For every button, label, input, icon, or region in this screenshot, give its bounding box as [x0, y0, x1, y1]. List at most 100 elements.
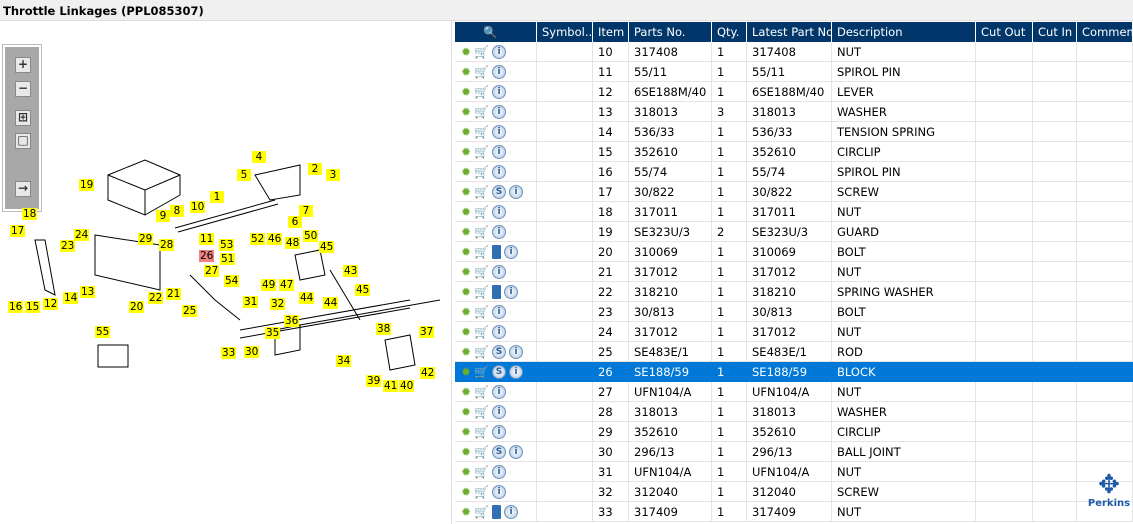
callout[interactable]: 1 [210, 191, 224, 203]
gear-icon[interactable]: ✹ [461, 506, 471, 518]
supersession-icon[interactable]: S [492, 364, 507, 379]
callout[interactable]: 11 [199, 233, 215, 245]
callout[interactable]: 41 [383, 380, 399, 392]
callout[interactable]: 30 [244, 346, 260, 358]
cart-icon[interactable]: 🛒 [474, 505, 489, 519]
callout[interactable]: 39 [366, 375, 382, 387]
info-icon[interactable]: i [492, 64, 507, 79]
diagram-panel[interactable]: + − ⊞ □ → 19 1 4 2 3 5 6 7 8 9 10 11 18 … [0, 21, 452, 524]
cart-icon[interactable]: 🛒 [474, 245, 489, 259]
callout[interactable]: 13 [80, 286, 96, 298]
callout[interactable]: 4 [252, 151, 266, 163]
cart-icon[interactable]: 🛒 [474, 145, 489, 159]
info-icon[interactable]: i [492, 324, 507, 339]
table-row[interactable]: ✹ 🛒 i 21 317012 1 317012 NUT [455, 262, 1133, 282]
callout[interactable]: 2 [308, 163, 322, 175]
callout[interactable]: 12 [43, 298, 59, 310]
callout[interactable]: 42 [420, 367, 436, 379]
table-row[interactable]: ✹ 🛒 S i 25 SE483E/1 1 SE483E/1 ROD [455, 342, 1133, 362]
gear-icon[interactable]: ✹ [461, 126, 471, 138]
info-icon[interactable]: i [509, 184, 524, 199]
table-row[interactable]: ✹ 🛒 i 32 312040 1 312040 SCREW [455, 482, 1133, 502]
callout[interactable]: 10 [190, 201, 206, 213]
callout[interactable]: 45 [355, 284, 371, 296]
info-icon[interactable]: i [504, 244, 519, 259]
gear-icon[interactable]: ✹ [461, 346, 471, 358]
cart-icon[interactable]: 🛒 [474, 85, 489, 99]
callout[interactable]: 6 [288, 216, 302, 228]
callout[interactable]: 29 [138, 233, 154, 245]
callout[interactable]: 18 [22, 208, 38, 220]
callout[interactable]: 49 [261, 279, 277, 291]
gear-icon[interactable]: ✹ [461, 426, 471, 438]
book-icon[interactable] [492, 284, 502, 299]
callout[interactable]: 34 [336, 355, 352, 367]
supersession-icon[interactable]: S [492, 344, 507, 359]
gear-icon[interactable]: ✹ [461, 46, 471, 58]
column-header[interactable]: Latest Part No. [747, 22, 832, 42]
callout[interactable]: 7 [299, 205, 313, 217]
table-row[interactable]: ✹ 🛒 i 29 352610 1 352610 CIRCLIP [455, 422, 1133, 442]
cart-icon[interactable]: 🛒 [474, 485, 489, 499]
callout[interactable]: 37 [419, 326, 435, 338]
cart-icon[interactable]: 🛒 [474, 185, 489, 199]
cart-icon[interactable]: 🛒 [474, 65, 489, 79]
info-icon[interactable]: i [504, 504, 519, 519]
cart-icon[interactable]: 🛒 [474, 325, 489, 339]
table-row[interactable]: ✹ 🛒 i 33 317409 1 317409 NUT [455, 502, 1133, 522]
callout[interactable]: 55 [95, 326, 111, 338]
callout[interactable]: 33 [221, 347, 237, 359]
callout[interactable]: 47 [279, 279, 295, 291]
table-row[interactable]: ✹ 🛒 i 19 SE323U/3 2 SE323U/3 GUARD [455, 222, 1133, 242]
gear-icon[interactable]: ✹ [461, 306, 471, 318]
callout[interactable]: 28 [159, 239, 175, 251]
cart-icon[interactable]: 🛒 [474, 285, 489, 299]
info-icon[interactable]: i [492, 484, 507, 499]
callout-highlighted[interactable]: 26 [199, 250, 215, 262]
column-header[interactable]: Symbol... [537, 22, 593, 42]
info-icon[interactable]: i [492, 404, 507, 419]
cart-icon[interactable]: 🛒 [474, 105, 489, 119]
table-row[interactable]: ✹ 🛒 i 28 318013 1 318013 WASHER [455, 402, 1133, 422]
callout[interactable]: 31 [243, 296, 259, 308]
callout[interactable]: 9 [156, 210, 170, 222]
callout[interactable]: 23 [60, 240, 76, 252]
callout[interactable]: 35 [265, 327, 281, 339]
table-row[interactable]: ✹ 🛒 i 14 536/33 1 536/33 TENSION SPRING [455, 122, 1133, 142]
table-row[interactable]: ✹ 🛒 i 31 UFN104/A 1 UFN104/A NUT [455, 462, 1133, 482]
callout[interactable]: 22 [148, 292, 164, 304]
callout[interactable]: 43 [343, 265, 359, 277]
gear-icon[interactable]: ✹ [461, 226, 471, 238]
callout[interactable]: 48 [285, 237, 301, 249]
gear-icon[interactable]: ✹ [461, 166, 471, 178]
gear-icon[interactable]: ✹ [461, 326, 471, 338]
column-header[interactable]: Item [593, 22, 629, 42]
cart-icon[interactable]: 🛒 [474, 125, 489, 139]
info-icon[interactable]: i [509, 364, 524, 379]
table-row[interactable]: ✹ 🛒 i 23 30/813 1 30/813 BOLT [455, 302, 1133, 322]
column-header[interactable]: Description [832, 22, 976, 42]
gear-icon[interactable]: ✹ [461, 146, 471, 158]
column-search[interactable]: 🔍 [455, 22, 537, 42]
info-icon[interactable]: i [492, 384, 507, 399]
callout[interactable]: 54 [224, 275, 240, 287]
callout[interactable]: 3 [326, 169, 340, 181]
info-icon[interactable]: i [492, 264, 507, 279]
callout[interactable]: 46 [267, 233, 283, 245]
table-row[interactable]: ✹ 🛒 i 27 UFN104/A 1 UFN104/A NUT [455, 382, 1133, 402]
info-icon[interactable]: i [492, 224, 507, 239]
callout[interactable]: 8 [170, 205, 184, 217]
table-row[interactable]: ✹ 🛒 i 10 317408 1 317408 NUT [455, 42, 1133, 62]
gear-icon[interactable]: ✹ [461, 206, 471, 218]
gear-icon[interactable]: ✹ [461, 466, 471, 478]
gear-icon[interactable]: ✹ [461, 266, 471, 278]
info-icon[interactable]: i [492, 464, 507, 479]
table-row[interactable]: ✹ 🛒 i 11 55/11 1 55/11 SPIROL PIN [455, 62, 1133, 82]
table-row[interactable]: ✹ 🛒 i 12 6SE188M/40 1 6SE188M/40 LEVER [455, 82, 1133, 102]
callout[interactable]: 51 [220, 253, 236, 265]
callout[interactable]: 44 [299, 292, 315, 304]
column-header[interactable]: Cut In [1033, 22, 1077, 42]
table-row[interactable]: ✹ 🛒 S i 30 296/13 1 296/13 BALL JOINT [455, 442, 1133, 462]
info-icon[interactable]: i [509, 444, 524, 459]
info-icon[interactable]: i [492, 84, 507, 99]
